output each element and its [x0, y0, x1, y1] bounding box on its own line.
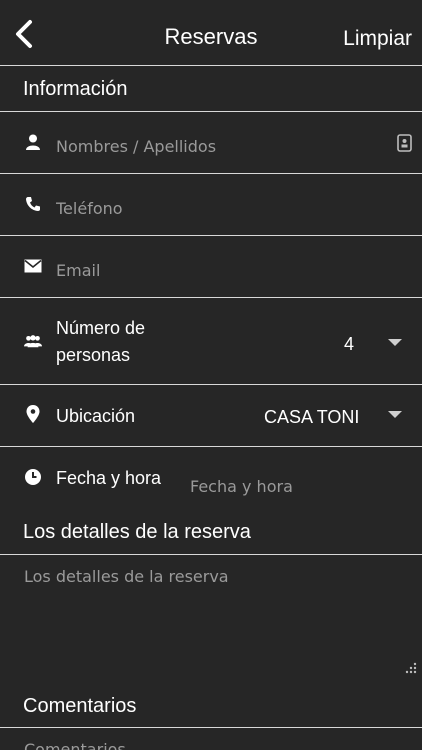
people-value: 4 — [344, 334, 355, 354]
datetime-row: Fecha y hora — [0, 447, 422, 513]
group-icon — [24, 332, 42, 350]
email-input[interactable] — [56, 257, 376, 283]
phone-row — [0, 174, 422, 235]
chevron-down-icon — [388, 339, 402, 346]
app-header: Reservas Limpiar — [0, 0, 422, 66]
info-section-title: Información — [23, 78, 128, 100]
contact-book-icon[interactable] — [397, 134, 413, 152]
phone-icon — [24, 195, 42, 213]
datetime-label: Fecha y hora — [56, 468, 162, 488]
clock-icon — [24, 468, 42, 486]
header-divider — [0, 65, 422, 66]
envelope-icon — [24, 257, 42, 275]
resize-handle-icon[interactable] — [405, 661, 417, 674]
clear-button[interactable]: Limpiar — [343, 27, 412, 51]
people-selector[interactable]: Número de personas 4 — [0, 298, 422, 384]
phone-input[interactable] — [56, 195, 376, 221]
comments-section-title: Comentarios — [23, 695, 137, 717]
email-row — [0, 236, 422, 297]
people-label-line1: Número de — [56, 318, 146, 338]
datetime-input[interactable] — [190, 473, 390, 499]
comments-textarea[interactable] — [12, 728, 412, 750]
person-icon — [24, 133, 42, 151]
name-input[interactable] — [56, 133, 376, 159]
people-label-line2: personas — [56, 345, 131, 365]
location-label: Ubicación — [56, 406, 136, 426]
location-value: CASA TONI — [264, 407, 360, 427]
details-textarea[interactable] — [12, 555, 412, 680]
details-section-title: Los detalles de la reserva — [23, 521, 251, 543]
location-selector[interactable]: Ubicación CASA TONI — [0, 385, 422, 446]
map-pin-icon — [24, 405, 42, 423]
name-row — [0, 112, 422, 173]
chevron-down-icon — [388, 411, 402, 418]
